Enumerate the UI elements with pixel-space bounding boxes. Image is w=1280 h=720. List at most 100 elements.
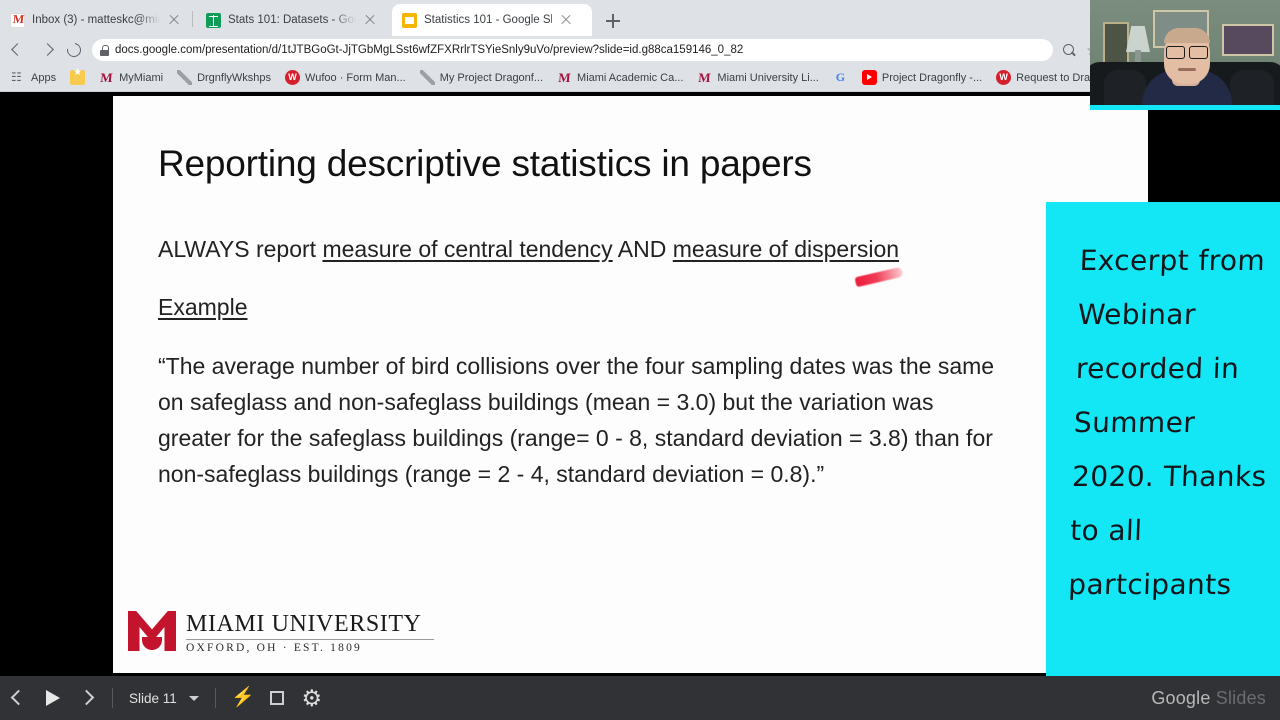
bookmark-project-dragonfly-yt[interactable]: Project Dragonfly -... (855, 67, 989, 89)
link-dispersion[interactable]: measure of dispersion (673, 236, 899, 262)
apps-grid-icon: ☷ (11, 70, 22, 84)
gear-icon[interactable] (294, 676, 330, 720)
address-bar[interactable]: docs.google.com/presentation/d/1tJTBGoGt… (92, 39, 1053, 61)
starred-folder-icon (70, 67, 86, 85)
glasses-icon (1166, 46, 1208, 59)
bookmark-label: Apps (31, 71, 57, 84)
presenter-hair (1164, 28, 1210, 43)
example-paragraph: “The average number of bird collisions o… (158, 348, 1148, 492)
google-sheets-icon (206, 12, 221, 28)
logo-name: MIAMI UNIVERSITY (186, 611, 422, 637)
laser-pointer-button[interactable] (226, 676, 260, 720)
browser-tab-statistics-101[interactable]: Statistics 101 - Google Slides (392, 4, 592, 36)
paragraph-line: on safeglass and non-safeglass buildings… (158, 389, 934, 415)
link-central-tendency[interactable]: measure of central tendency (322, 236, 612, 262)
lock-icon (100, 44, 109, 56)
bookmark-label: Miami University Li... (717, 71, 819, 84)
corner (276, 691, 284, 698)
new-tab-button[interactable] (601, 9, 625, 33)
bookmark-miami-university-library[interactable]: M Miami University Li... (690, 67, 825, 89)
wufoo-icon: W (285, 70, 301, 85)
logo-subtitle: OXFORD, OH · EST. 1809 (186, 642, 362, 654)
close-icon[interactable] (559, 13, 573, 27)
close-icon[interactable] (363, 13, 377, 27)
bookmark-drgnflywkshps[interactable]: DrgnflyWkshps (170, 67, 278, 89)
gmail-icon (10, 12, 25, 28)
close-icon[interactable] (167, 13, 181, 27)
chair-arm (1104, 70, 1146, 110)
note-text: Excerpt from Webinar recorded in Summer … (1067, 244, 1277, 601)
dragonfly-icon (177, 70, 193, 85)
tab-title: Statistics 101 - Google Slides (424, 14, 552, 26)
brand-word-google: Google (1151, 688, 1211, 708)
example-label: Example (158, 294, 248, 320)
forward-button[interactable] (34, 37, 60, 63)
slide-title: Reporting descriptive statistics in pape… (158, 143, 812, 184)
bookmark-miami-academic-cal[interactable]: M Miami Academic Ca... (550, 67, 690, 89)
note-overlay: Excerpt from Webinar recorded in Summer … (1046, 202, 1280, 720)
slide-viewer: Reporting descriptive statistics in pape… (0, 92, 1280, 720)
screen: Inbox (3) - matteskc@miamioh.e Stats 101… (0, 0, 1280, 720)
bookmark-mymiami[interactable]: M MyMiami (92, 67, 170, 89)
bookmark-label: DrgnflyWkshps (197, 71, 272, 84)
presenter-webcam[interactable] (1090, 0, 1280, 110)
slide-number-label[interactable]: Slide 11 (123, 691, 183, 706)
framed-picture (1222, 24, 1274, 56)
url-text: docs.google.com/presentation/d/1tJTBGoGt… (115, 44, 744, 56)
logo-divider (186, 639, 434, 640)
next-slide-button[interactable] (68, 676, 102, 720)
always-prefix: ALWAYS report (158, 236, 323, 262)
always-middle: AND (612, 236, 673, 262)
browser-tab-inbox[interactable]: Inbox (3) - matteskc@miamioh.e (0, 4, 190, 36)
play-button[interactable] (34, 676, 68, 720)
browser-chrome: Inbox (3) - matteskc@miamioh.e Stats 101… (0, 0, 1280, 92)
webcam-accent-border (1090, 105, 1280, 110)
tab-strip: Inbox (3) - matteskc@miamioh.e Stats 101… (0, 0, 1280, 36)
miami-m-icon: M (698, 70, 712, 85)
tab-divider (192, 11, 193, 27)
brand-word-slides: Slides (1215, 688, 1266, 708)
zoom-icon[interactable] (1061, 42, 1078, 59)
bookmarks-bar: ☷ Apps M MyMiami DrgnflyWkshps W Wufoo ·… (0, 64, 1280, 92)
corner (269, 691, 277, 698)
miami-university-logo: MIAMI UNIVERSITY OXFORD, OH · EST. 1809 (128, 609, 448, 654)
paragraph-line: “The average number of bird collisions o… (158, 353, 995, 379)
paragraph-line: greater for the safeglass buildings (ran… (158, 425, 993, 451)
google-icon: G (835, 70, 846, 84)
bookmark-label: Miami Academic Ca... (577, 71, 684, 84)
slide-canvas[interactable]: Reporting descriptive statistics in pape… (113, 96, 1148, 673)
bookmark-apps[interactable]: ☷ Apps (4, 67, 63, 89)
tab-title: Inbox (3) - matteskc@miamioh.e (32, 14, 160, 26)
bookmark-label: My Project Dragonf... (439, 71, 544, 84)
reload-icon[interactable] (60, 37, 86, 63)
corner (276, 698, 284, 705)
browser-tab-datasets[interactable]: Stats 101: Datasets - Google She (196, 4, 386, 36)
chair-arm (1230, 70, 1274, 110)
bookmark-starred[interactable] (63, 67, 92, 89)
bookmark-google[interactable]: G (826, 67, 855, 89)
fullscreen-button[interactable] (260, 676, 294, 720)
previous-slide-button[interactable] (0, 676, 34, 720)
tab-title: Stats 101: Datasets - Google She (228, 14, 356, 26)
bookmark-my-project-dragonfly[interactable]: My Project Dragonf... (413, 67, 550, 89)
chevron-down-icon[interactable] (183, 676, 205, 720)
always-report-line: ALWAYS report measure of central tendenc… (158, 236, 1118, 263)
wufoo-icon: W (996, 70, 1012, 85)
miami-m-icon: M (557, 70, 572, 85)
bookmark-wufoo[interactable]: W Wufoo · Form Man... (278, 67, 413, 89)
google-slides-icon (402, 12, 417, 28)
back-button[interactable] (4, 37, 30, 63)
miami-m-icon: M (99, 70, 114, 85)
google-slides-brand: Google Slides (1151, 676, 1266, 720)
bookmark-label: MyMiami (119, 71, 164, 84)
corner (269, 698, 277, 705)
bookmark-label: Wufoo · Form Man... (305, 71, 406, 84)
bookmark-label: Project Dragonfly -... (881, 71, 983, 84)
youtube-icon (861, 70, 877, 85)
slides-control-bar: Slide 11 Google Slides (0, 676, 1280, 720)
divider (112, 688, 113, 708)
dragonfly-icon (419, 70, 435, 85)
browser-toolbar: docs.google.com/presentation/d/1tJTBGoGt… (0, 36, 1280, 64)
paragraph-line: non-safeglass buildings (range = 2 - 4, … (158, 461, 825, 487)
miami-m-swoop (142, 637, 162, 650)
